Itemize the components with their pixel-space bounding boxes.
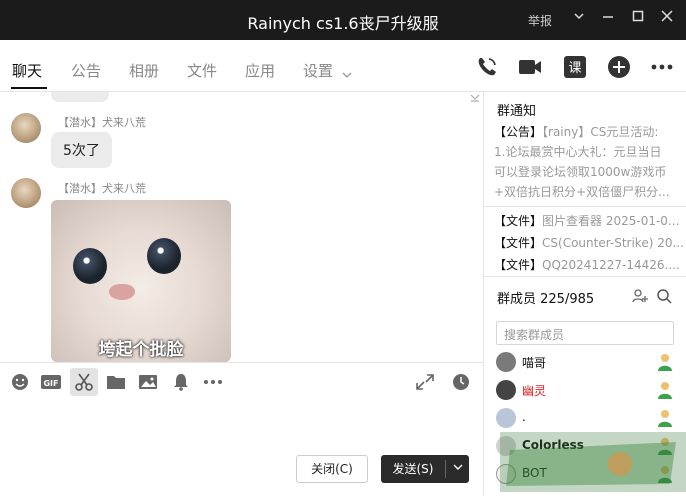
tab-album[interactable]: 相册 <box>129 60 159 81</box>
divider <box>484 276 686 277</box>
member-name: 幽灵 <box>522 384 547 398</box>
video-call-icon[interactable] <box>517 54 543 80</box>
member-role-icon <box>656 352 674 372</box>
file-name: CS(Counter-Strike) 20... <box>542 236 684 250</box>
send-button[interactable]: 发送(S) <box>381 455 469 483</box>
member-row[interactable]: . <box>496 406 676 430</box>
more-tools-icon[interactable] <box>202 372 224 392</box>
send-button-divider <box>445 460 446 478</box>
file-item[interactable]: 【文件】图片查看器 2025-01-0... <box>494 212 684 229</box>
file-tag: 【文件】 <box>494 214 543 228</box>
member-name: . <box>522 410 526 424</box>
sender-name: 【潜水】犬来八荒 <box>58 182 146 195</box>
avatar <box>496 352 516 372</box>
search-icon[interactable] <box>656 288 672 308</box>
sender-name: 【潜水】犬来八荒 <box>58 116 146 129</box>
tab-bar: 聊天 公告 相册 文件 应用 设置 课 <box>0 40 686 92</box>
member-search-input[interactable]: 搜索群成员 <box>496 321 674 345</box>
invite-member-icon[interactable] <box>632 288 648 308</box>
file-tag: 【文件】 <box>494 258 543 272</box>
history-clock-icon[interactable] <box>450 372 472 392</box>
announcement[interactable]: 【公告】【rainy】CS元旦活动: 1.论坛最赏中心大礼：元旦当日 可以登录论… <box>494 122 680 202</box>
avatar <box>496 380 516 400</box>
tab-chat[interactable]: 聊天 <box>12 60 42 81</box>
chat-history[interactable]: 【潜水】犬来八荒 5次了 【潜水】犬来八荒 垮起个批脸 <box>0 92 483 362</box>
svg-text:GIF: GIF <box>43 379 58 388</box>
maximize-icon[interactable] <box>628 8 648 30</box>
file-tag: 【文件】 <box>494 236 543 250</box>
course-icon[interactable]: 课 <box>562 54 588 80</box>
chevron-down-icon[interactable] <box>342 64 352 83</box>
collapse-arrow-icon[interactable] <box>470 94 480 105</box>
message-bubble-partial <box>51 92 109 102</box>
tab-files[interactable]: 文件 <box>187 60 217 81</box>
sticker-eye-left <box>73 248 107 284</box>
scissors-icon <box>75 373 93 391</box>
avatar <box>496 408 516 428</box>
send-button-label: 发送(S) <box>392 462 434 476</box>
minimize-icon[interactable] <box>598 8 618 30</box>
more-icon[interactable] <box>649 54 675 80</box>
title-bar: Rainych cs1.6丧尸升级服 举报 <box>0 0 686 40</box>
member-role-icon <box>656 380 674 400</box>
tab-apps[interactable]: 应用 <box>245 60 275 81</box>
file-name: 图片查看器 2025-01-0... <box>542 214 680 228</box>
sticker-nose <box>109 284 135 300</box>
sticker-eye-right <box>147 238 181 274</box>
member-name: 喵哥 <box>522 356 547 370</box>
sticker-image[interactable]: 垮起个批脸 <box>51 200 231 362</box>
report-link[interactable]: 举报 <box>528 12 552 29</box>
tab-settings[interactable]: 设置 <box>303 60 333 81</box>
phone-icon[interactable] <box>474 54 500 80</box>
file-item[interactable]: 【文件】CS(Counter-Strike) 20... <box>494 234 684 251</box>
sticker-caption: 垮起个批脸 <box>98 340 184 360</box>
member-row[interactable]: 幽灵 <box>496 378 676 402</box>
avatar[interactable] <box>11 113 41 143</box>
notice-title: 群通知 <box>497 104 537 119</box>
emoji-icon[interactable] <box>9 372 31 392</box>
send-options-icon[interactable] <box>447 455 469 483</box>
add-app-icon[interactable] <box>606 54 632 80</box>
file-item[interactable]: 【文件】QQ20241227-14426.... <box>494 256 684 273</box>
member-role-icon <box>656 408 674 428</box>
folder-icon[interactable] <box>105 372 127 392</box>
input-toolbar: GIF <box>0 362 483 400</box>
member-row[interactable]: 喵哥 <box>496 350 676 374</box>
members-title: 群成员 225/985 <box>497 292 595 307</box>
watermark-logo <box>500 432 686 492</box>
announcement-tag: 【公告】 <box>494 125 543 139</box>
gif-icon[interactable]: GIF <box>40 372 62 392</box>
svg-text:课: 课 <box>568 61 581 76</box>
avatar[interactable] <box>11 178 41 208</box>
close-icon[interactable] <box>657 8 677 30</box>
dropdown-icon[interactable] <box>569 8 589 30</box>
divider <box>484 206 686 207</box>
close-button[interactable]: 关闭(C) <box>296 455 368 483</box>
message-bubble: 5次了 <box>51 132 112 168</box>
active-tab-indicator <box>11 87 47 89</box>
tab-announcement[interactable]: 公告 <box>71 60 101 81</box>
image-icon[interactable] <box>137 372 159 392</box>
file-name: QQ20241227-14426.... <box>542 258 680 272</box>
bell-icon[interactable] <box>170 372 192 392</box>
expand-icon[interactable] <box>414 372 436 392</box>
screenshot-button[interactable] <box>70 368 98 396</box>
